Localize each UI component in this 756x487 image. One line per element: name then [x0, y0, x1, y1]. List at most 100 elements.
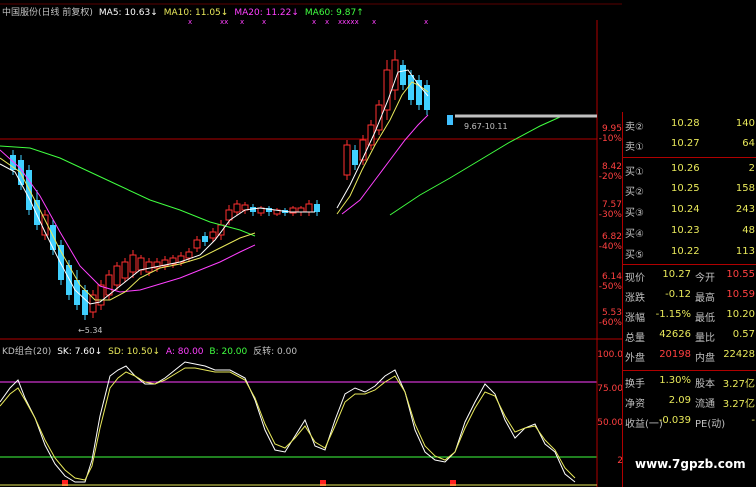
- divider: [623, 370, 756, 371]
- candle-body: [137, 257, 145, 271]
- kd-b: B: 20.00: [209, 347, 248, 357]
- buy-row[interactable]: 买④ 10.23 48: [623, 225, 756, 240]
- fundamental-row: 换手 1.30% 股本 3.27亿: [623, 375, 756, 390]
- candle-body: [305, 203, 313, 213]
- buy-row[interactable]: 买③ 10.24 243: [623, 204, 756, 219]
- ma5-value: MA5: 10.63↓: [98, 8, 158, 18]
- kd-sd-line: [0, 367, 576, 481]
- fundamental-row-l2: 股本: [695, 379, 715, 390]
- low-label: ←5.34: [78, 326, 103, 335]
- ma10-value: MA10: 11.05↓: [163, 8, 229, 18]
- quote-row: 总量 42626 量比 0.57: [623, 329, 756, 344]
- svg-text:x: x: [262, 18, 266, 26]
- quote-row-l2: 内盘: [695, 353, 715, 364]
- buy-label: 买①: [625, 167, 644, 178]
- price-axis-label: 6.82 -40%: [598, 232, 622, 252]
- buy-volume: 113: [735, 246, 755, 257]
- kd-chart[interactable]: [0, 340, 622, 487]
- buy-row[interactable]: 买⑤ 10.22 113: [623, 246, 756, 261]
- ma-legend: 中国服份(日线 前复权) MA5: 10.63↓ MA10: 11.05↓ MA20:…: [2, 5, 370, 18]
- kd-sk-line: [0, 361, 576, 483]
- candle-body: [202, 236, 208, 242]
- ma20-value: MA20: 11.22↓: [234, 8, 299, 18]
- buy-volume: 2: [748, 163, 755, 174]
- candle-body: [145, 261, 153, 273]
- svg-text:x: x: [240, 18, 244, 26]
- fundamental-row-v2: 3.27亿: [722, 399, 755, 410]
- signal-markers: x xx x xxx xxxxx x x: [188, 18, 428, 26]
- svg-text:x: x: [325, 18, 329, 26]
- candle-body: [383, 69, 391, 111]
- quote-row: 现价 10.27 今开 10.55: [623, 269, 756, 284]
- fundamental-row-l1: 净资: [625, 399, 645, 410]
- quote-row-v1: 42626: [659, 329, 691, 340]
- quote-row-l2: 量比: [695, 333, 715, 344]
- candle-body: [343, 144, 351, 176]
- ma10-line: [0, 157, 256, 301]
- buy-volume: 158: [735, 183, 755, 194]
- buy-volume: 48: [742, 225, 755, 236]
- buy-price: 10.26: [671, 163, 700, 174]
- quote-row-l2: 最低: [695, 313, 715, 324]
- price-axis-label: 9.95 -10%: [598, 124, 622, 144]
- kd-a: A: 80.00: [165, 347, 204, 357]
- fundamental-row: 收益(一) -0.039 PE(动) -: [623, 415, 756, 430]
- buy-row[interactable]: 买① 10.26 2: [623, 163, 756, 178]
- watermark: www.7gpzb.com: [635, 457, 746, 471]
- buy-label: 买⑤: [625, 250, 644, 261]
- kd-fz: 反转: 0.00: [253, 347, 298, 357]
- candle-body: [416, 80, 422, 105]
- quote-row-v1: -1.15%: [655, 309, 691, 320]
- sell-row[interactable]: 卖② 10.28 140: [623, 118, 756, 133]
- quote-row-l1: 总量: [625, 333, 645, 344]
- buy-label: 买②: [625, 187, 644, 198]
- divider: [623, 157, 756, 158]
- quote-row-l1: 现价: [625, 273, 645, 284]
- kd-title: KD组合(20): [2, 347, 52, 357]
- sell-price: 10.27: [671, 138, 700, 149]
- kd-axis-label: 100.0: [597, 350, 623, 360]
- candlestick-series: [10, 50, 430, 320]
- svg-text:xx: xx: [220, 18, 228, 26]
- candle-body: [58, 245, 64, 280]
- buy-price: 10.23: [671, 225, 700, 236]
- range-label: 9.67-10.11: [464, 122, 508, 131]
- fundamental-row-l1: 换手: [625, 379, 645, 390]
- stock-chart-window: x xx x xxx xxxxx x x 9.67-10.11 ←5.34 中国服份(日…: [0, 0, 756, 487]
- fundamental-row: 净资 2.09 流通 3.27亿: [623, 395, 756, 410]
- quote-row-v1: 20198: [659, 349, 691, 360]
- quote-panel: 卖② 10.28 140 卖① 10.27 64 买① 10.26 2 买② 1…: [622, 112, 756, 487]
- kd-axis-label: 50.00: [597, 418, 623, 428]
- quote-row: 涨跌 -0.12 最高 10.59: [623, 289, 756, 304]
- sell-price: 10.28: [671, 118, 700, 129]
- quote-row-v2: 0.57: [732, 329, 755, 340]
- buy-price: 10.24: [671, 204, 700, 215]
- candle-body: [50, 225, 56, 250]
- quote-row-v2: 10.59: [726, 289, 755, 300]
- candle-body: [225, 209, 233, 221]
- price-chart[interactable]: x xx x xxx xxxxx x x 9.67-10.11 ←5.34: [0, 0, 622, 340]
- sell-row[interactable]: 卖① 10.27 64: [623, 138, 756, 153]
- price-axis-label: 6.14 -50%: [598, 272, 622, 292]
- fundamental-row-v1: 2.09: [668, 395, 691, 406]
- price-axis-label: 8.42 -20%: [598, 162, 622, 182]
- buy-row[interactable]: 买② 10.25 158: [623, 183, 756, 198]
- sell-label: 卖②: [625, 122, 644, 133]
- kd-sd: SD: 10.50↓: [108, 347, 160, 357]
- quote-row-l2: 今开: [695, 273, 715, 284]
- buy-price: 10.25: [671, 183, 700, 194]
- fundamental-row-v2: 3.27亿: [722, 379, 755, 390]
- kd-legend: KD组合(20) SK: 7.60↓ SD: 10.50↓ A: 80.00 B…: [2, 344, 297, 357]
- candle-body: [297, 207, 305, 213]
- candle-body: [352, 150, 358, 165]
- candle-body: [193, 239, 201, 249]
- candle-body: [209, 231, 217, 239]
- candle-body: [105, 274, 113, 296]
- ma60-line-right: [389, 116, 561, 216]
- quote-row-v1: -0.12: [665, 289, 691, 300]
- quote-row-v2: 10.20: [726, 309, 755, 320]
- ma60-value: MA60: 9.87↑: [304, 8, 364, 18]
- candle-body: [121, 261, 129, 279]
- price-axis-label: 7.57 -30%: [598, 200, 622, 220]
- quote-row-l1: 涨幅: [625, 313, 645, 324]
